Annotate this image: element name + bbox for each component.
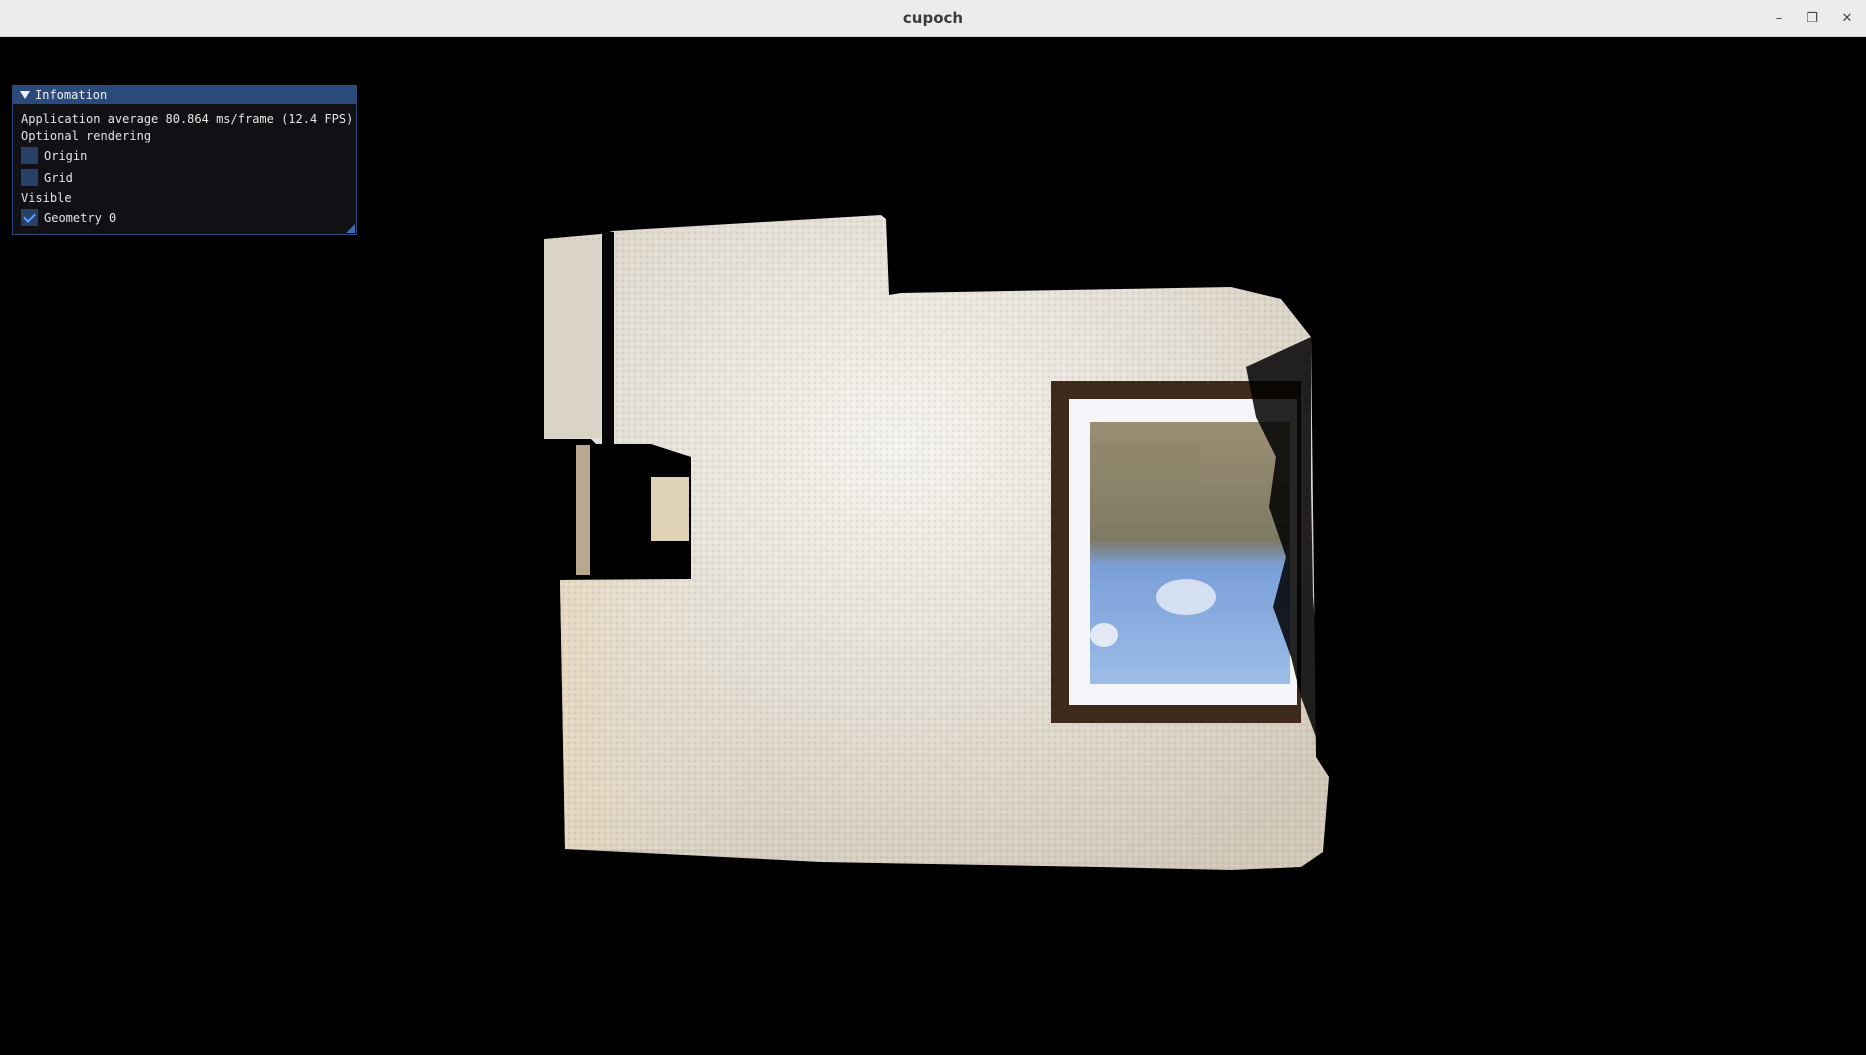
panel-title: Infomation	[35, 88, 108, 102]
visible-heading: Visible	[21, 191, 72, 205]
resize-grip-icon[interactable]	[346, 224, 355, 233]
collapse-triangle-icon[interactable]	[20, 91, 30, 99]
left-wall-strip	[544, 232, 614, 450]
restore-icon: ❐	[1806, 11, 1818, 26]
close-button[interactable]: ✕	[1836, 8, 1858, 30]
picture-window	[1051, 381, 1301, 723]
window-title: cupoch	[902, 9, 964, 27]
panel-header[interactable]: Infomation	[13, 86, 356, 104]
optional-rendering-heading: Optional rendering	[21, 129, 152, 143]
close-icon: ✕	[1841, 11, 1853, 26]
grid-label: Grid	[44, 171, 73, 185]
origin-checkbox[interactable]	[21, 147, 38, 164]
fps-stats: Application average 80.864 ms/frame (12.…	[21, 112, 354, 126]
geometry-0-label: Geometry 0	[44, 211, 117, 225]
minimize-icon: –	[1775, 11, 1783, 26]
maximize-button[interactable]: ❐	[1801, 8, 1823, 30]
3d-viewport[interactable]: Infomation Application average 80.864 ms…	[1, 37, 1865, 1054]
geometry-0-checkbox[interactable]	[21, 209, 38, 226]
info-panel[interactable]: Infomation Application average 80.864 ms…	[12, 85, 357, 235]
minimize-button[interactable]: –	[1768, 8, 1790, 30]
title-bar[interactable]: cupoch – ❐ ✕	[0, 0, 1866, 37]
origin-label: Origin	[44, 149, 88, 163]
doorway-gap	[576, 445, 691, 579]
grid-checkbox[interactable]	[21, 169, 38, 186]
